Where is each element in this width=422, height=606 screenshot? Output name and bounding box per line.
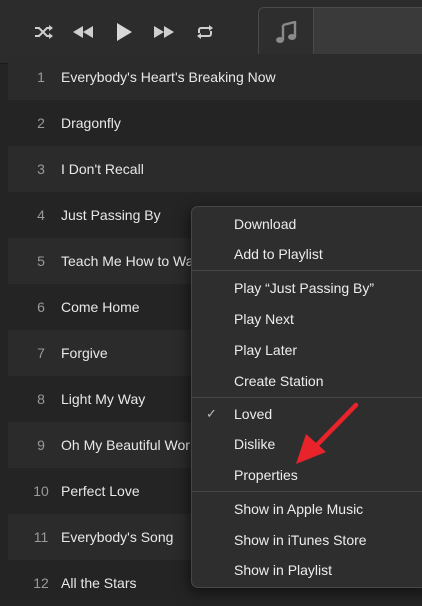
track-number: 2 [37,115,45,131]
menu-item-download[interactable]: Download [192,211,422,237]
track-title: Come Home [61,299,140,315]
track-number: 9 [37,437,45,453]
play-icon [117,23,132,41]
track-number: 12 [33,575,49,591]
track-number: 6 [37,299,45,315]
shuffle-button[interactable] [31,19,57,45]
track-title: Light My Way [61,391,146,407]
track-number: 1 [37,69,45,85]
track-row[interactable]: 3 I Don't Recall [8,146,422,192]
album-art-placeholder [259,8,314,58]
track-title: Forgive [61,345,108,361]
menu-item-loved-label: Loved [234,406,273,422]
repeat-icon [197,25,213,39]
track-title: Perfect Love [61,483,140,499]
menu-item-play-later[interactable]: Play Later [192,337,422,363]
music-note-icon [276,21,297,43]
track-row[interactable]: 2 Dragonfly [8,100,422,146]
track-number: 3 [37,161,45,177]
menu-separator [192,491,422,492]
track-title: Everybody's Song [61,529,174,545]
menu-item-add-to-playlist[interactable]: Add to Playlist [192,241,422,267]
track-title: Everybody's Heart's Breaking Now [61,69,276,85]
annotation-arrow-icon [296,402,359,464]
menu-item-create-station[interactable]: Create Station [192,368,422,394]
track-title: All the Stars [61,575,137,591]
track-number: 5 [37,253,45,269]
track-title: Just Passing By [61,207,161,223]
track-title: Teach Me How to Wa [61,253,194,269]
menu-item-show-in-itunes-store[interactable]: Show in iTunes Store [192,527,422,553]
menu-item-play-song[interactable]: Play “Just Passing By” [192,275,422,301]
track-row[interactable]: 1 Everybody's Heart's Breaking Now [8,54,422,100]
checkmark-icon: ✓ [206,406,217,421]
next-button[interactable] [151,19,177,45]
menu-item-show-in-playlist[interactable]: Show in Playlist [192,557,422,583]
track-number: 10 [33,483,49,499]
repeat-button[interactable] [192,19,218,45]
now-playing-display [258,7,422,59]
menu-item-play-next[interactable]: Play Next [192,306,422,332]
shuffle-icon [35,25,53,39]
track-number: 4 [37,207,45,223]
context-menu: Download Add to Playlist Play “Just Pass… [191,206,422,588]
play-button[interactable] [111,19,137,45]
track-number: 7 [37,345,45,361]
menu-item-show-in-apple-music[interactable]: Show in Apple Music [192,496,422,522]
track-title: Dragonfly [61,115,121,131]
track-number: 8 [37,391,45,407]
menu-separator [192,397,422,398]
rewind-icon [73,26,93,38]
track-title: Oh My Beautiful Wor [61,437,190,453]
previous-button[interactable] [70,19,96,45]
track-number: 11 [33,529,49,545]
menu-separator [192,270,422,271]
track-title: I Don't Recall [61,161,144,177]
fast-forward-icon [154,26,174,38]
